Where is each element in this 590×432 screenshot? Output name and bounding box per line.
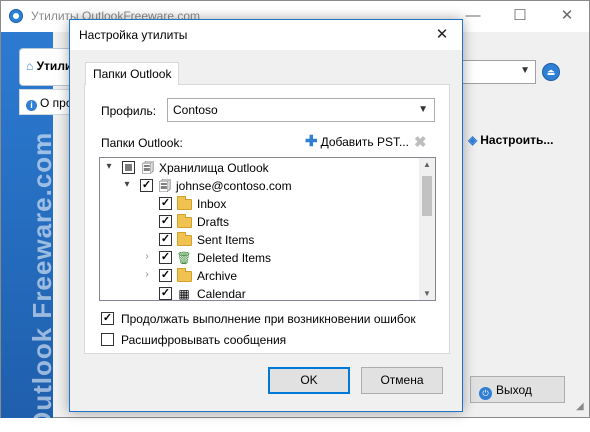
- trash-folder-icon: 🗑: [176, 251, 192, 265]
- brand-watermark: Outlook Freeware.com: [27, 131, 57, 432]
- tab-outlook-folders[interactable]: Папки Outlook: [85, 62, 180, 85]
- tree-item[interactable]: ▾ 🗐 Хранилища Outlook: [100, 159, 418, 177]
- exit-label: Выход: [496, 383, 532, 397]
- sent-folder-icon: [177, 232, 192, 246]
- resize-grip-icon[interactable]: ◢: [576, 401, 584, 412]
- decrypt-messages-label: Расшифровывать сообщения: [121, 333, 287, 347]
- expand-arrow-icon[interactable]: ▾: [104, 161, 114, 172]
- tree-item-label: Calendar: [197, 287, 246, 301]
- stores-icon: 🗐: [142, 161, 154, 175]
- add-pst-label: Добавить PST...: [320, 135, 409, 149]
- tree-item-label: Хранилища Outlook: [159, 161, 269, 175]
- tree-item[interactable]: ✓ Sent Items: [100, 231, 418, 249]
- tab-utilities[interactable]: ⌂ Утилиты: [19, 48, 75, 86]
- checkbox[interactable]: ✓: [140, 179, 153, 192]
- tab-panel: Профиль: Contoso ▼ Папки Outlook: ✚ Добав…: [84, 84, 450, 354]
- configure-label: Настроить...: [480, 133, 554, 147]
- maximize-button[interactable]: ☐: [510, 7, 530, 25]
- close-button[interactable]: ✕: [557, 7, 577, 25]
- eject-icon[interactable]: ⏏: [542, 63, 560, 81]
- drafts-folder-icon: [177, 214, 192, 228]
- dialog-titlebar: Настройка утилиты ✕: [70, 20, 462, 50]
- dialog-close-button[interactable]: ✕: [430, 26, 454, 44]
- tree-item[interactable]: ▾ ✓ 🗐 johnse@contoso.com: [100, 177, 418, 195]
- continue-on-errors-checkbox[interactable]: ✓: [101, 312, 114, 325]
- checkbox[interactable]: ✓: [159, 269, 172, 282]
- scrollbar-thumb[interactable]: [422, 176, 432, 216]
- checkbox[interactable]: ✓: [159, 197, 172, 210]
- dialog-title: Настройка утилиты: [79, 28, 188, 42]
- settings-dialog: Настройка утилиты ✕ Папки Outlook Профил…: [69, 19, 463, 412]
- info-icon: i: [26, 100, 37, 111]
- expand-arrow-icon[interactable]: ▾: [122, 179, 132, 190]
- checkbox[interactable]: ✓: [159, 287, 172, 300]
- tree-item-label: Drafts: [197, 215, 230, 229]
- decrypt-messages-checkbox[interactable]: [101, 333, 114, 346]
- checkbox[interactable]: ✓: [159, 251, 172, 264]
- mailbox-icon: 🗐: [159, 179, 171, 193]
- tree-scrollbar[interactable]: ▲ ▼: [419, 158, 435, 300]
- scroll-up-icon[interactable]: ▲: [419, 160, 435, 169]
- checkbox[interactable]: ✓: [159, 215, 172, 228]
- tab-about[interactable]: iО программе: [19, 89, 75, 115]
- profile-value: Contoso: [173, 103, 218, 117]
- utility-selector[interactable]: ▼: [456, 60, 536, 84]
- remove-pst-icon[interactable]: ✖: [414, 133, 427, 151]
- tree-item[interactable]: ✓ Drafts: [100, 213, 418, 231]
- home-icon: ⌂: [26, 59, 34, 73]
- chevron-down-icon: ▼: [520, 65, 530, 76]
- tree-item-label: Inbox: [197, 197, 227, 211]
- plus-icon: ✚: [305, 133, 318, 150]
- tree-item-label: Archive: [197, 269, 238, 283]
- tree-item[interactable]: ✓ Inbox: [100, 195, 418, 213]
- minimize-button[interactable]: —: [463, 7, 483, 25]
- folder-tree[interactable]: ▾ 🗐 Хранилища Outlook ▾ ✓ 🗐 johnse@conto…: [99, 157, 436, 301]
- cancel-button[interactable]: Отмена: [361, 367, 443, 394]
- app-icon: [9, 9, 23, 23]
- tree-item[interactable]: › ✓ 🗑 Deleted Items: [100, 249, 418, 267]
- continue-on-errors-label: Продолжать выполнение при возникновении …: [121, 312, 416, 326]
- scroll-down-icon[interactable]: ▼: [419, 289, 435, 298]
- checkbox[interactable]: ✓: [159, 233, 172, 246]
- exit-button[interactable]: ⏻ Выход: [470, 376, 565, 403]
- inbox-folder-icon: [177, 196, 192, 210]
- ok-button[interactable]: OK: [268, 367, 350, 394]
- tree-item-label: Sent Items: [197, 233, 255, 247]
- folders-label: Папки Outlook:: [101, 136, 183, 150]
- checkbox[interactable]: [122, 161, 135, 174]
- add-pst-button[interactable]: ✚ Добавить PST...: [305, 133, 409, 150]
- power-icon: ⏻: [479, 387, 492, 400]
- profile-label: Профиль:: [101, 104, 157, 118]
- tree-item-label: johnse@contoso.com: [176, 179, 292, 193]
- tree-item[interactable]: ✓ ▦ Calendar: [100, 285, 418, 301]
- profile-select[interactable]: Contoso ▼: [167, 98, 435, 122]
- configure-button[interactable]: ◈ Настроить...: [468, 133, 553, 147]
- archive-folder-icon: [177, 268, 192, 282]
- chevron-down-icon: ▼: [418, 104, 428, 115]
- expand-arrow-icon[interactable]: ›: [142, 251, 152, 262]
- tree-item[interactable]: › ✓ Archive: [100, 267, 418, 285]
- calendar-icon: ▦: [178, 287, 190, 301]
- expand-arrow-icon[interactable]: ›: [142, 269, 152, 280]
- tree-item-label: Deleted Items: [197, 251, 272, 265]
- tag-icon: ◈: [468, 133, 478, 147]
